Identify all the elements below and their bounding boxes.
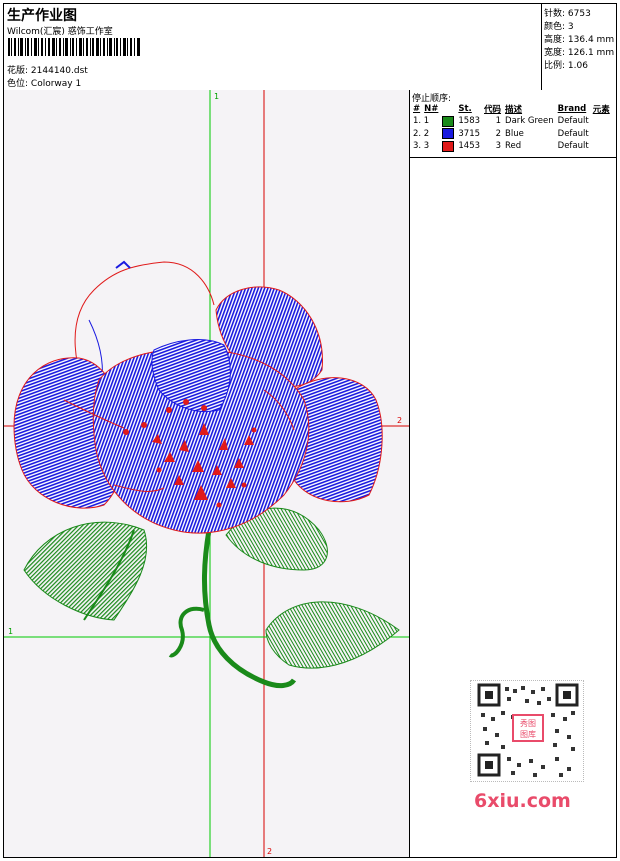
design-label: 花版: xyxy=(7,66,29,76)
table-row: 3. 3 1453 3 Red Default xyxy=(411,140,612,153)
row-stitches: 1583 xyxy=(458,116,481,127)
axis-label-v1: 1 xyxy=(214,92,219,101)
row-code: 2 xyxy=(495,128,502,139)
row-brand: Default xyxy=(557,116,589,127)
row-description: Dark Green xyxy=(505,116,554,127)
stop-sequence-table: # N# St. 代码 描述 Brand 元素 1. 1 1583 1 Dark… xyxy=(411,103,612,153)
col-code: 代码 xyxy=(484,105,502,115)
col-brand: Brand xyxy=(557,104,587,114)
svg-text:图库: 图库 xyxy=(520,729,536,739)
col-index: # xyxy=(413,104,421,114)
color-swatch xyxy=(442,140,455,152)
embroidery-drawing: 1 2 2 1 xyxy=(4,90,409,857)
qr-code: 秀图 图库 xyxy=(470,680,584,782)
page-title: 生产作业图 xyxy=(7,8,77,24)
table-row: 2. 2 3715 2 Blue Default xyxy=(411,128,612,141)
table-row: 1. 1 1583 1 Dark Green Default xyxy=(411,115,612,128)
table-header-row: # N# St. 代码 描述 Brand 元素 xyxy=(411,103,612,115)
row-stitches: 3715 xyxy=(458,128,481,139)
row-brand: Default xyxy=(557,141,589,152)
col-element: 元素 xyxy=(592,105,610,115)
row-index: 3. 3 xyxy=(413,141,430,152)
color-swatch xyxy=(442,115,455,127)
barcode xyxy=(8,38,140,56)
col-description: 描述 xyxy=(505,105,523,115)
design-file-line: 花版: 2144140.dst xyxy=(7,63,88,76)
row-code: 1 xyxy=(495,116,502,127)
design-preview: 1 2 2 1 xyxy=(4,90,410,857)
qr-code-graphic: 秀图 图库 xyxy=(477,683,579,777)
tendril xyxy=(168,606,205,658)
row-stitches: 1453 xyxy=(458,141,481,152)
colorway-value: Colorway 1 xyxy=(30,79,82,89)
row-index: 1. 1 xyxy=(413,116,430,127)
stat-colors: 颜色: 3 xyxy=(544,22,574,32)
left-leaf xyxy=(23,521,148,621)
row-index: 2. 2 xyxy=(413,128,430,139)
lower-right-leaf xyxy=(265,601,400,669)
svg-text:秀图: 秀图 xyxy=(520,718,536,728)
stats-box: 针数: 6753 颜色: 3 高度: 136.4 mm 宽度: 126.1 mm… xyxy=(541,4,617,90)
header: 生产作业图 Wilcom(汇宸) 惑饰工作室 花版: 2144140.dst 色… xyxy=(4,4,616,91)
panel-divider xyxy=(410,157,616,158)
col-stitches: St. xyxy=(458,104,472,114)
row-code: 3 xyxy=(495,141,502,152)
row-description: Blue xyxy=(505,128,524,139)
col-needle: N# xyxy=(424,104,439,114)
color-swatch xyxy=(442,128,455,140)
axis-label-v2: 2 xyxy=(267,847,272,856)
colorway-label: 色位: xyxy=(7,79,29,89)
colorway-line: 色位: Colorway 1 xyxy=(7,76,81,89)
axis-label-h2: 2 xyxy=(397,416,402,425)
stat-scale: 比例: 1.06 xyxy=(544,61,588,71)
stat-stitches: 针数: 6753 xyxy=(544,9,591,19)
blue-outline-tip xyxy=(115,260,131,269)
row-description: Red xyxy=(505,141,522,152)
studio-name: Wilcom(汇宸) 惑饰工作室 xyxy=(7,27,113,37)
axis-label-h1: 1 xyxy=(8,627,13,636)
row-brand: Default xyxy=(557,128,589,139)
design-value: 2144140.dst xyxy=(30,66,88,76)
watermark-text: 6xiu.com xyxy=(474,790,571,812)
stat-width: 宽度: 126.1 mm xyxy=(544,48,615,58)
col-swatch xyxy=(440,103,456,115)
stat-height: 高度: 136.4 mm xyxy=(544,35,615,45)
